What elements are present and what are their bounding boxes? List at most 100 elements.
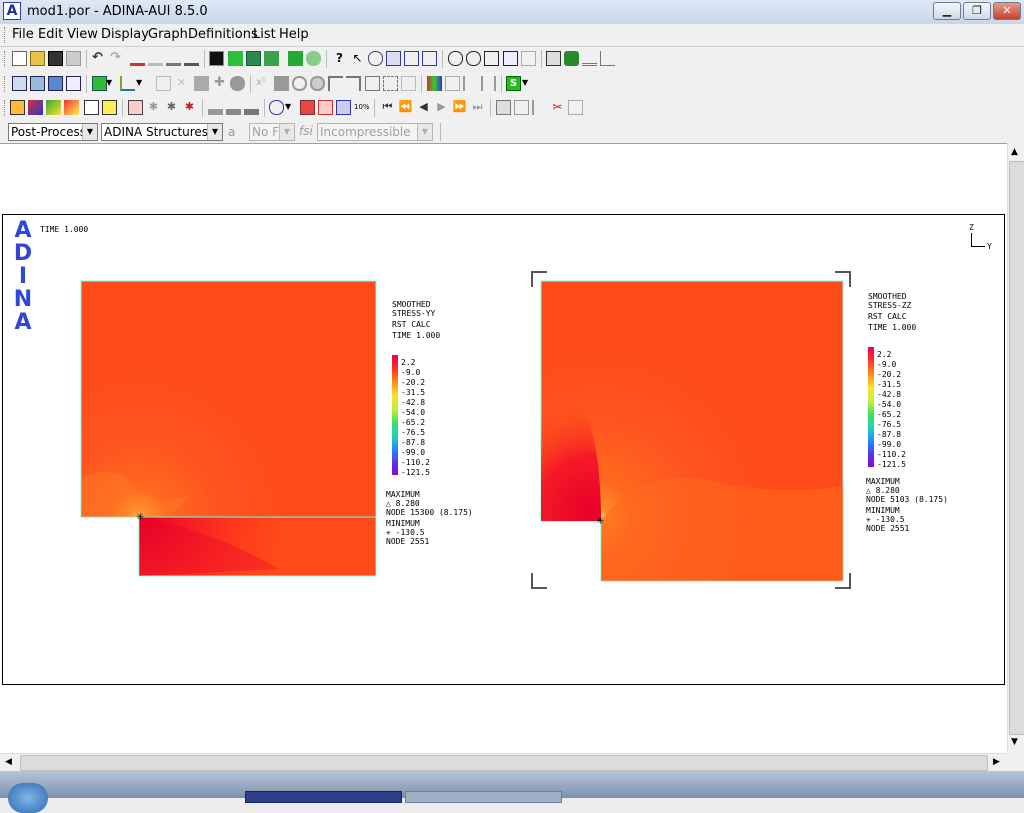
- menu-display[interactable]: Display: [101, 27, 149, 42]
- percent-icon[interactable]: 10%: [354, 100, 370, 115]
- crack-icon[interactable]: ✱: [146, 100, 161, 115]
- solid-icon[interactable]: [194, 76, 209, 91]
- menu-graph[interactable]: Graph: [148, 27, 188, 42]
- mesh-lines-icon[interactable]: [445, 76, 460, 91]
- undeformed-icon[interactable]: [226, 100, 241, 115]
- menu-view[interactable]: View: [67, 27, 98, 42]
- analysis-icon[interactable]: a: [228, 125, 243, 140]
- maximize-button[interactable]: ❐: [963, 2, 991, 20]
- animate-icon[interactable]: [306, 51, 321, 66]
- print-icon[interactable]: [66, 51, 81, 66]
- view-z-icon[interactable]: [66, 76, 81, 91]
- mesh-plot-icon[interactable]: [209, 51, 224, 66]
- copy-graphics-icon[interactable]: [564, 51, 579, 66]
- element-lines-icon[interactable]: [463, 76, 478, 91]
- fast-forward-icon[interactable]: ⏩: [452, 100, 467, 115]
- zone-icon[interactable]: [84, 100, 99, 115]
- table-icon[interactable]: [336, 100, 351, 115]
- menu-help[interactable]: Help: [279, 27, 309, 42]
- load-icon[interactable]: [292, 76, 307, 91]
- hide-icon[interactable]: ✕: [174, 76, 189, 91]
- first-step-icon[interactable]: ⏮: [380, 100, 395, 115]
- delete-movie-icon[interactable]: ✂: [550, 100, 565, 115]
- pick-node-icon[interactable]: [386, 51, 401, 66]
- movie-play-icon[interactable]: [568, 100, 583, 115]
- element-icon[interactable]: [128, 100, 143, 115]
- minimize-button[interactable]: ▁: [933, 2, 961, 20]
- scroll-down-icon[interactable]: ▼: [1011, 737, 1018, 747]
- query-icon[interactable]: [368, 51, 383, 66]
- taskbar-button[interactable]: [405, 791, 562, 803]
- result-control-icon[interactable]: [269, 100, 284, 115]
- view-iso-icon[interactable]: [12, 76, 27, 91]
- scroll-right-icon[interactable]: ▶: [993, 757, 1000, 767]
- movie-icon[interactable]: [496, 100, 511, 115]
- movie-save-icon[interactable]: [514, 100, 529, 115]
- vertical-scroll-thumb[interactable]: [1009, 161, 1024, 735]
- line-style-icon[interactable]: [582, 51, 597, 66]
- contact-icon[interactable]: [365, 76, 380, 91]
- deformed-icon[interactable]: [208, 100, 223, 115]
- bounding-box-icon[interactable]: [383, 76, 398, 91]
- graphics-viewport[interactable]: A D I N A TIME 1.000 Z Y ✳ SMOOTHED STRE…: [2, 214, 1005, 685]
- view-y-icon[interactable]: [48, 76, 63, 91]
- help-icon[interactable]: ?: [332, 51, 347, 66]
- taskbar-button-active[interactable]: [245, 791, 402, 803]
- stress-yy-contour-plot[interactable]: ✳: [79, 279, 377, 577]
- band-icon[interactable]: [46, 100, 61, 115]
- clear-all-icon[interactable]: [148, 51, 163, 66]
- cross-icon[interactable]: ✚: [212, 76, 227, 91]
- previous-step-icon[interactable]: ◀: [416, 100, 431, 115]
- reaction-plot-icon[interactable]: [264, 51, 279, 66]
- menu-edit[interactable]: Edit: [38, 27, 63, 42]
- boundary-icon[interactable]: [274, 76, 289, 91]
- vector-icon[interactable]: [64, 100, 79, 115]
- constraint-icon[interactable]: [328, 76, 343, 91]
- load-step-icon[interactable]: [300, 100, 315, 115]
- vertical-scrollbar[interactable]: ▲ ▼: [1007, 143, 1024, 753]
- undo-icon[interactable]: ↶: [92, 51, 107, 66]
- erase-icon[interactable]: [166, 51, 181, 66]
- horizontal-scrollbar[interactable]: ◀ ▶: [0, 753, 1007, 772]
- model-depiction-icon[interactable]: [28, 100, 43, 115]
- stress-zz-contour-plot[interactable]: ✳: [531, 271, 851, 589]
- shade-icon[interactable]: [156, 76, 171, 91]
- new-file-icon[interactable]: [12, 51, 27, 66]
- colormap-icon[interactable]: [427, 76, 442, 91]
- close-button[interactable]: ✕: [993, 2, 1021, 20]
- rewind-icon[interactable]: ⏪: [398, 100, 413, 115]
- menu-file[interactable]: File: [12, 27, 34, 42]
- band-plot-icon[interactable]: [228, 51, 243, 66]
- zoom-fit-icon[interactable]: [503, 51, 518, 66]
- probe-icon[interactable]: ✱: [164, 100, 179, 115]
- horizontal-scroll-thumb[interactable]: [20, 755, 988, 771]
- scale-dropdown-icon[interactable]: ▼: [522, 76, 537, 91]
- layers-icon[interactable]: [481, 76, 496, 91]
- zoom-out-icon[interactable]: [466, 51, 481, 66]
- print-graphics-icon[interactable]: [546, 51, 561, 66]
- mesh-style-icon[interactable]: [92, 76, 107, 91]
- time-icon[interactable]: [318, 100, 333, 115]
- save-icon[interactable]: [48, 51, 63, 66]
- next-step-icon[interactable]: ▶: [434, 100, 449, 115]
- pick-element-icon[interactable]: [404, 51, 419, 66]
- program-select[interactable]: ADINA Structures ▼: [101, 123, 223, 141]
- clear-icon[interactable]: [130, 51, 145, 66]
- fsi-select[interactable]: No FSI ▼: [249, 123, 295, 141]
- material-select[interactable]: Incompressible ▼: [317, 123, 433, 141]
- result-list-icon[interactable]: [10, 100, 25, 115]
- start-orb-icon[interactable]: [8, 783, 48, 813]
- scroll-left-icon[interactable]: ◀: [5, 757, 12, 767]
- axis-triad-icon[interactable]: [120, 76, 135, 91]
- contour-plot-icon[interactable]: [288, 51, 303, 66]
- axes-icon[interactable]: [600, 51, 615, 66]
- pressure-icon[interactable]: [310, 76, 325, 91]
- regenerate-icon[interactable]: [184, 51, 199, 66]
- result-control-dropdown-icon[interactable]: ▼: [285, 100, 300, 115]
- rigid-link-icon[interactable]: [346, 76, 361, 91]
- scale-icon[interactable]: S: [506, 76, 521, 91]
- pick-zone-icon[interactable]: [422, 51, 437, 66]
- last-step-icon[interactable]: ⏭: [470, 100, 485, 115]
- fsi-icon[interactable]: fsi: [299, 124, 313, 138]
- mode-select[interactable]: Post-Processing ▼: [8, 123, 98, 141]
